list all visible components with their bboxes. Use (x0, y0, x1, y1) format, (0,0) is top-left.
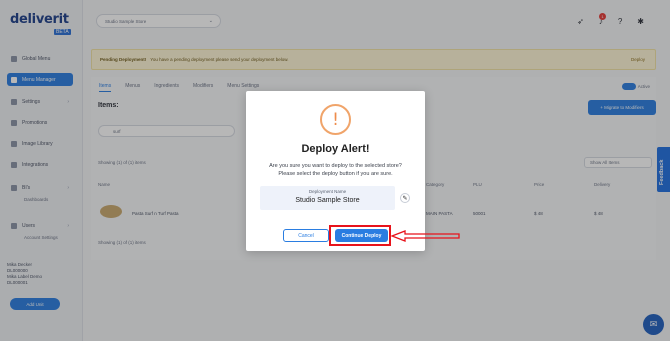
alert-icon: ! (320, 104, 351, 135)
deployment-name-field: Deployment Name Studio Sample Store (260, 186, 395, 210)
edit-pencil-icon[interactable]: ✎ (400, 193, 410, 203)
highlight-annotation (329, 225, 391, 246)
modal-message: Are you sure you want to deploy to the s… (269, 163, 402, 177)
deployment-name-label: Deployment Name (308, 189, 347, 194)
arrow-annotation (391, 230, 460, 242)
modal-title: Deploy Alert! (301, 143, 370, 155)
cancel-button[interactable]: Cancel (283, 229, 329, 242)
deployment-name-value: Studio Sample Store (295, 197, 360, 204)
